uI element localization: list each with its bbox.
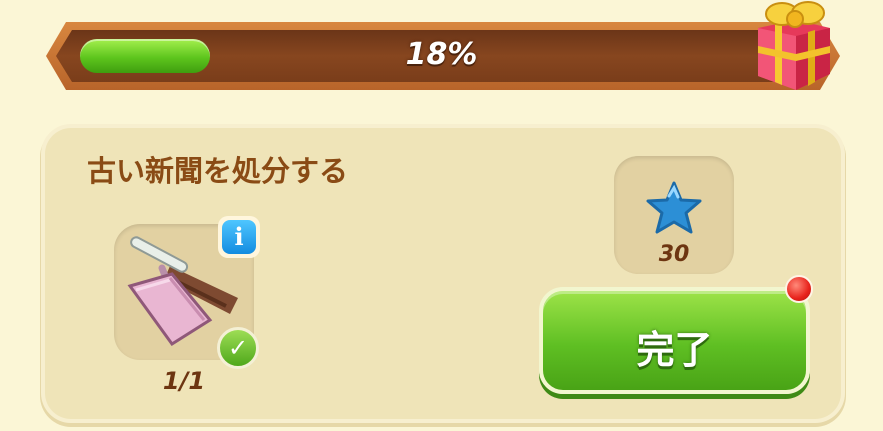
item-info-button[interactable]: i xyxy=(218,216,260,258)
required-item-count: 1/1 xyxy=(162,367,206,395)
reward-amount: 30 xyxy=(658,242,690,267)
complete-button[interactable]: 完了 xyxy=(539,287,810,394)
notification-dot xyxy=(785,275,813,303)
blue-star-icon xyxy=(646,181,702,234)
gift-box-icon[interactable] xyxy=(750,0,834,92)
task-title: 古い新聞を処分する xyxy=(87,154,349,188)
complete-button-label: 完了 xyxy=(636,328,713,372)
checkmark-icon: ✓ xyxy=(217,327,259,369)
info-icon: i xyxy=(222,220,256,254)
